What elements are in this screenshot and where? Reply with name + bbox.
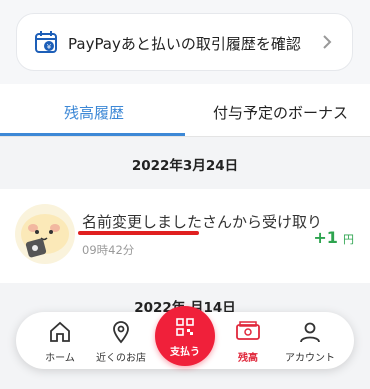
balance-wallet-icon bbox=[236, 321, 260, 340]
transaction-time: 09時42分 bbox=[82, 243, 135, 257]
banner-label: PayPayあと払いの取引履歴を確認 bbox=[68, 35, 301, 53]
banner-area: ¥ PayPayあと払いの取引履歴を確認 bbox=[0, 0, 370, 84]
chevron-right-icon bbox=[323, 35, 332, 49]
nav-home-label: ホーム bbox=[45, 353, 75, 364]
nav-balance[interactable]: 残高 bbox=[216, 312, 280, 369]
redaction-underline bbox=[78, 231, 199, 235]
transaction-name: 名前変更しましたさんから受け取り bbox=[82, 213, 323, 231]
nav-nearby-label: 近くのお店 bbox=[96, 353, 146, 364]
sticker-avatar-icon bbox=[21, 214, 69, 258]
history-tabs: 残高履歴 付与予定のボーナス bbox=[0, 84, 370, 137]
atobarai-history-button[interactable]: ¥ PayPayあと払いの取引履歴を確認 bbox=[16, 13, 353, 71]
nav-account[interactable]: アカウント bbox=[278, 312, 342, 369]
date-header: 2022年3月24日 bbox=[0, 137, 370, 189]
home-icon bbox=[50, 321, 70, 342]
nav-account-label: アカウント bbox=[285, 353, 335, 364]
tab-scheduled-bonus[interactable]: 付与予定のボーナス bbox=[213, 102, 348, 123]
map-pin-icon bbox=[113, 321, 129, 344]
svg-text:¥: ¥ bbox=[47, 43, 52, 51]
bottom-nav: ホーム 近くのお店 支払う 残高 アカウント bbox=[16, 306, 354, 369]
nav-nearby[interactable]: 近くのお店 bbox=[89, 312, 153, 369]
transaction-row[interactable]: 名前変更しましたさんから受け取り 09時42分 +1 円 bbox=[0, 189, 370, 283]
active-tab-indicator bbox=[0, 133, 185, 136]
amount-value: +1 bbox=[313, 228, 338, 247]
nav-balance-label: 残高 bbox=[238, 353, 258, 364]
amount-unit: 円 bbox=[343, 233, 354, 246]
avatar bbox=[15, 204, 75, 264]
calendar-yen-icon: ¥ bbox=[35, 31, 57, 53]
transaction-amount: +1 円 bbox=[313, 228, 354, 247]
pay-button-label: 支払う bbox=[170, 347, 200, 358]
nav-home[interactable]: ホーム bbox=[28, 312, 92, 369]
qr-code-icon bbox=[176, 318, 194, 336]
tab-balance-history[interactable]: 残高履歴 bbox=[64, 102, 124, 123]
account-icon bbox=[300, 322, 320, 343]
date-header-text: 2022年3月24日 bbox=[131, 158, 239, 174]
pay-button[interactable]: 支払う bbox=[155, 306, 215, 366]
